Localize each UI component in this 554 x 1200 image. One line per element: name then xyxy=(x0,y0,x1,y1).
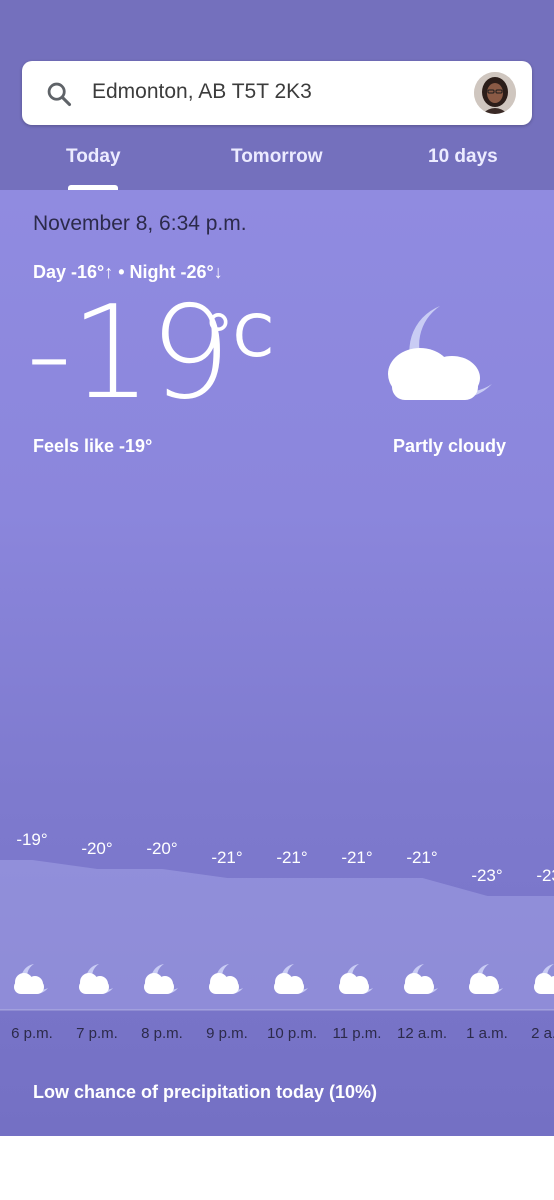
weather-app: Edmonton, AB T5T 2K3 Today Tomorrow 10 d… xyxy=(0,0,554,1136)
hour-temp: -20° xyxy=(81,839,113,858)
hour-label: 11 p.m. xyxy=(332,1025,382,1042)
hour-label: 1 a.m. xyxy=(466,1025,508,1042)
precipitation-summary: Low chance of precipitation today (10%) xyxy=(33,1082,378,1102)
tab-today[interactable]: Today xyxy=(66,146,121,168)
current-datetime: November 8, 6:34 p.m. xyxy=(33,212,247,235)
hour-temp: -21° xyxy=(341,848,373,867)
hour-label: 12 a.m. xyxy=(396,1025,448,1042)
cloud-moon-icon xyxy=(144,964,178,994)
selected-tab-indicator xyxy=(68,185,118,190)
hour-label: 8 p.m. xyxy=(141,1025,183,1042)
hour-temp: -23° xyxy=(471,866,503,885)
temperature-unit: °C xyxy=(204,302,274,370)
current-temperature: -19 xyxy=(26,279,231,428)
profile-photo-icon xyxy=(474,72,516,114)
avatar[interactable] xyxy=(474,72,516,114)
search-bar[interactable]: Edmonton, AB T5T 2K3 xyxy=(22,61,532,125)
cloud-moon-icon xyxy=(339,964,373,994)
location-text[interactable]: Edmonton, AB T5T 2K3 xyxy=(92,80,312,104)
hour-temp: -20° xyxy=(146,839,178,858)
hour-label: 6 p.m. xyxy=(11,1025,53,1042)
hour-label: 2 a.m. xyxy=(531,1025,554,1042)
hour-label: 9 p.m. xyxy=(206,1025,248,1042)
hour-label: 7 p.m. xyxy=(76,1025,118,1042)
moon-cloud-icon xyxy=(534,964,554,994)
top-bar: Edmonton, AB T5T 2K3 Today Tomorrow 10 d… xyxy=(0,0,554,190)
moon-cloud-icon xyxy=(404,964,438,994)
moon-cloud-icon xyxy=(469,964,503,994)
moon-cloud-icon xyxy=(388,306,492,400)
hour-temp: -21° xyxy=(276,848,308,867)
hourly-forecast[interactable]: -19° 6 p.m. -20° 7 p.m. -20° 8 p.m. -21° 9 p.m.… xyxy=(0,820,554,1060)
day-tabs: Today Tomorrow 10 days xyxy=(0,140,554,190)
tab-10-days[interactable]: 10 days xyxy=(428,146,498,168)
hour-label: 10 p.m. xyxy=(266,1025,318,1042)
cloud-moon-icon xyxy=(209,964,243,994)
hour-temp: -23° xyxy=(536,866,554,885)
feels-like: Feels like -19° xyxy=(33,436,153,456)
hour-temp: -21° xyxy=(406,848,438,867)
tab-tomorrow[interactable]: Tomorrow xyxy=(231,146,322,168)
moon-cloud-icon xyxy=(14,964,48,994)
cloud-moon-icon xyxy=(274,964,308,994)
moon-cloud-icon xyxy=(79,964,113,994)
hour-temp: -21° xyxy=(211,848,243,867)
condition-text: Partly cloudy xyxy=(393,436,507,456)
hour-temp: -19° xyxy=(16,830,48,849)
search-icon[interactable] xyxy=(45,80,73,108)
